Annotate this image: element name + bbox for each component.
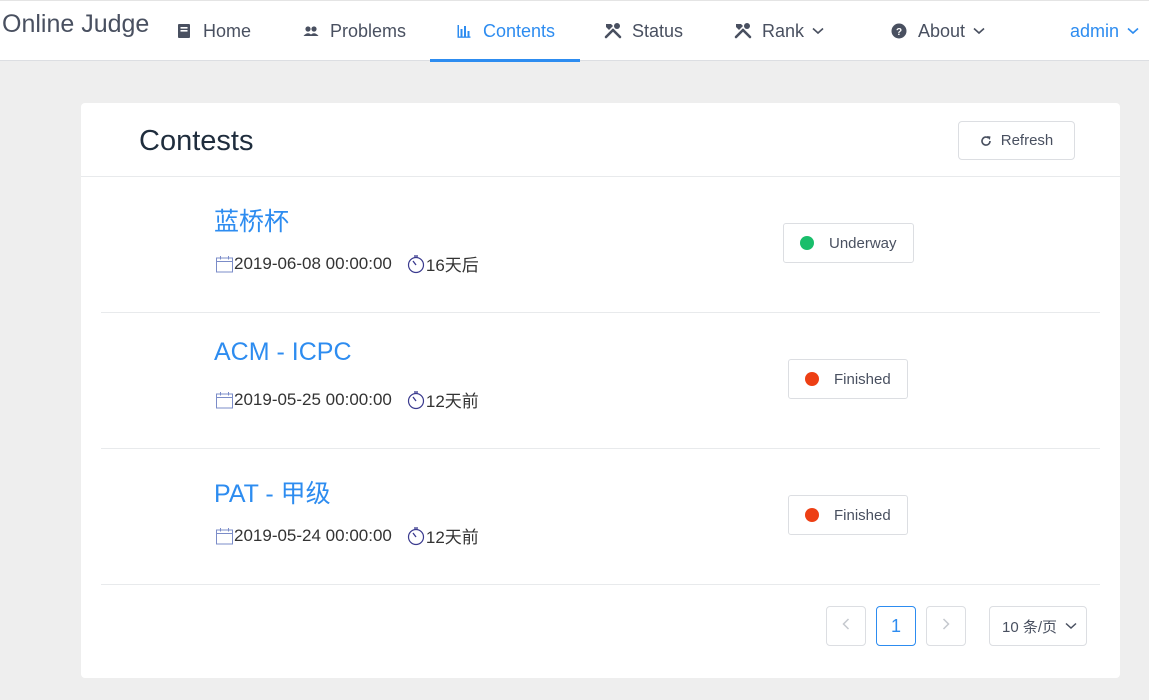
- users-icon: [302, 22, 320, 40]
- chevron-down-icon: [1127, 27, 1139, 35]
- contest-title-link[interactable]: ACM - ICPC: [214, 338, 352, 367]
- contests-card: Contests Refresh 蓝桥杯 2019-06-08 00:00:00…: [81, 103, 1120, 678]
- nav-about[interactable]: ? About: [890, 1, 985, 61]
- help-icon: ?: [890, 22, 908, 40]
- status-dot: [805, 372, 819, 386]
- nav-rank-label: Rank: [762, 20, 805, 41]
- contest-meta: 2019-06-08 00:00:00 16天后: [214, 251, 479, 276]
- contest-start-time: 2019-06-08 00:00:00: [234, 253, 392, 273]
- chevron-left-icon: [842, 617, 850, 635]
- nav-home[interactable]: Home: [175, 1, 251, 61]
- status-dot: [805, 508, 819, 522]
- chevron-right-icon: [942, 617, 950, 635]
- nav-contents-label: Contents: [482, 20, 556, 41]
- chevron-down-icon: [812, 27, 824, 35]
- nav-problems-label: Problems: [330, 20, 407, 41]
- contest-meta: 2019-05-24 00:00:00 12天前: [214, 523, 479, 548]
- nav-status-label: Status: [632, 20, 684, 41]
- page-size-select[interactable]: 10 条/页: [989, 606, 1087, 646]
- bar-chart-icon: [455, 22, 473, 40]
- calendar-icon: [214, 526, 234, 546]
- nav-about-label: About: [918, 20, 966, 41]
- contest-relative-time: 12天前: [425, 392, 479, 411]
- contest-relative-time: 16天后: [425, 256, 479, 275]
- refresh-button[interactable]: Refresh: [958, 121, 1075, 160]
- status-badge: Finished: [788, 495, 908, 535]
- nav-problems[interactable]: Problems: [302, 1, 406, 61]
- prev-page-button[interactable]: [826, 606, 866, 646]
- timer-icon: [406, 390, 426, 410]
- calendar-icon: [214, 254, 234, 274]
- next-page-button[interactable]: [926, 606, 966, 646]
- nav-home-label: Home: [203, 20, 252, 41]
- timer-icon: [406, 254, 426, 274]
- brand-title: Online Judge: [2, 10, 150, 38]
- contest-start-time: 2019-05-24 00:00:00: [234, 525, 392, 545]
- page-number-button[interactable]: 1: [876, 606, 916, 646]
- status-label: Finished: [834, 370, 891, 388]
- status-badge: Underway: [783, 223, 914, 263]
- status-badge: Finished: [788, 359, 908, 399]
- chevron-down-icon: [1065, 622, 1077, 630]
- status-label: Finished: [834, 506, 891, 524]
- contest-start-time: 2019-05-25 00:00:00: [234, 389, 392, 409]
- status-dot: [800, 236, 814, 250]
- calendar-icon: [214, 390, 234, 410]
- contest-row: 蓝桥杯 2019-06-08 00:00:00 16天后 Underway: [101, 177, 1100, 313]
- nav-rank[interactable]: Rank: [734, 1, 824, 61]
- contest-meta: 2019-05-25 00:00:00 12天前: [214, 387, 479, 412]
- contest-row: ACM - ICPC 2019-05-25 00:00:00 12天前 Fini…: [101, 313, 1100, 449]
- timer-icon: [406, 526, 426, 546]
- page-title: Contests: [139, 125, 254, 157]
- page-size-label: 10 条/页: [1002, 618, 1058, 636]
- contest-relative-time: 12天前: [425, 528, 479, 547]
- nav-contents[interactable]: Contents: [430, 1, 580, 62]
- contest-title-link[interactable]: 蓝桥杯: [214, 202, 289, 238]
- nav-status[interactable]: Status: [604, 1, 683, 61]
- card-header: Contests Refresh: [81, 103, 1120, 177]
- contest-row: PAT - 甲级 2019-05-24 00:00:00 12天前 Finish…: [101, 449, 1100, 585]
- chevron-down-icon: [973, 27, 985, 35]
- top-navbar: Online Judge Home Problems Contents Stat…: [0, 0, 1149, 62]
- tools-icon: [604, 22, 622, 40]
- contest-title-link[interactable]: PAT - 甲级: [214, 474, 331, 510]
- refresh-icon: [980, 135, 992, 147]
- refresh-label: Refresh: [1000, 132, 1054, 149]
- tools-icon: [734, 22, 752, 40]
- user-menu[interactable]: admin: [1070, 1, 1139, 61]
- svg-text:?: ?: [896, 27, 902, 38]
- status-label: Underway: [829, 234, 897, 252]
- user-name: admin: [1070, 20, 1120, 41]
- book-icon: [175, 22, 193, 40]
